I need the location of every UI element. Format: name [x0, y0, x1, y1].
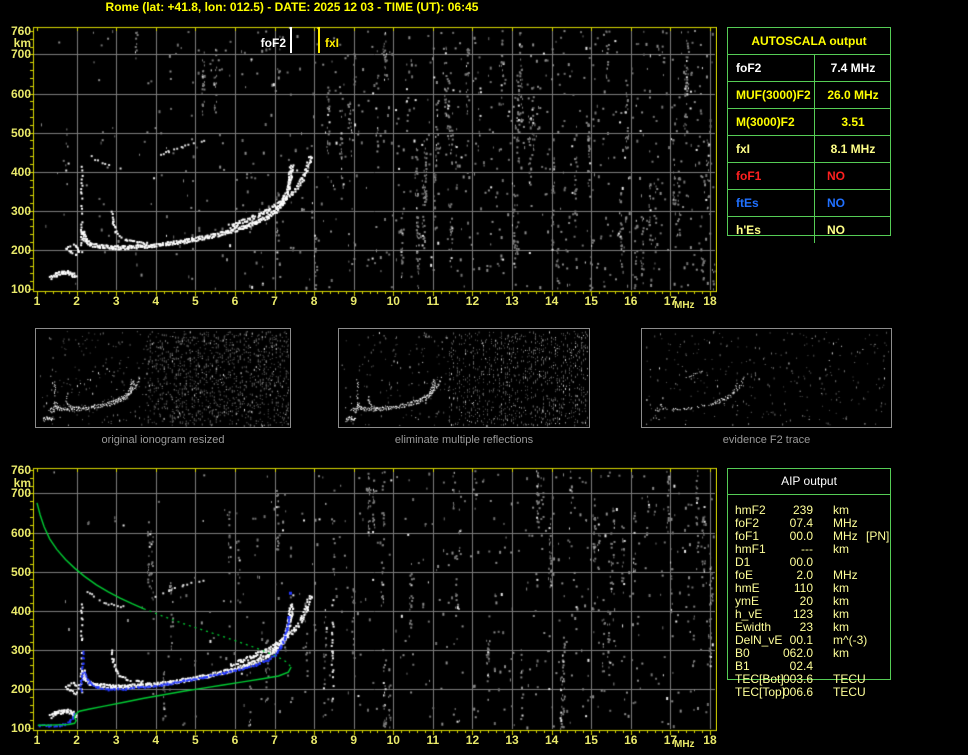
thumbnail-caption-2: eliminate multiple reflections — [394, 434, 534, 446]
autoscala-row-M(3000)F2: M(3000)F2 3.51 — [728, 108, 890, 135]
autoscala-param-value: NO — [814, 217, 891, 243]
top-y-tick-600: 600 — [10, 86, 31, 101]
top-x-tick-15: 15 — [584, 294, 598, 308]
aip-output-table: AIP output hmF2 239 km foF2 07.4 MHz foF1 00.0 M… — [727, 468, 891, 699]
bottom-plot-x-unit: MHz — [674, 739, 695, 750]
bottom-y-tick-400: 400 — [10, 603, 31, 618]
bottom-x-tick-10: 10 — [386, 733, 400, 747]
top-x-tick-12: 12 — [465, 294, 480, 308]
autoscala-row-ftEs: ftEs NO — [728, 189, 890, 216]
autoscala-param-label: foF1 — [736, 169, 762, 183]
autoscala-param-label: foF2 — [736, 61, 762, 75]
top-x-tick-1: 1 — [33, 294, 41, 308]
bottom-x-tick-18: 18 — [703, 733, 717, 747]
bottom-x-tick-8: 8 — [310, 733, 318, 747]
aip-table-header: AIP output — [781, 474, 837, 488]
bottom-x-tick-15: 15 — [584, 733, 598, 747]
top-x-tick-4: 4 — [152, 294, 160, 308]
bottom-x-tick-11: 11 — [426, 733, 440, 747]
bottom-x-tick-16: 16 — [624, 733, 638, 747]
autoscala-window: Rome (lat: +41.8, lon: 012.5) - DATE: 20… — [0, 0, 968, 755]
autoscala-param-value: NO — [814, 163, 891, 189]
autoscala-row-foF1: foF1 NO — [728, 162, 890, 189]
bottom-y-tick-200: 200 — [10, 681, 31, 696]
top-y-tick-500: 500 — [10, 125, 31, 140]
thumbnail-caption-1: original ionogram resized — [101, 434, 225, 446]
top-x-tick-6: 6 — [231, 294, 239, 308]
top-x-tick-13: 13 — [505, 294, 519, 308]
top-x-tick-8: 8 — [310, 294, 318, 308]
bottom-x-tick-3: 3 — [112, 733, 120, 747]
top-plot-x-unit: MHz — [674, 300, 695, 311]
aip-row-TEC[Top]: TEC[Top] 006.6 TECU — [728, 686, 890, 699]
window-title: Rome (lat: +41.8, lon: 012.5) - DATE: 20… — [105, 0, 479, 14]
autoscala-param-label: ftEs — [736, 196, 759, 210]
autoscala-param-label: MUF(3000)F2 — [736, 88, 811, 102]
top-plot-y-unit: km — [13, 36, 31, 50]
top-x-tick-2: 2 — [73, 294, 80, 308]
aip-unit: km — [833, 542, 849, 556]
bottom-ionogram-canvas — [27, 466, 717, 738]
top-x-tick-7: 7 — [271, 294, 278, 308]
top-x-tick-18: 18 — [703, 294, 717, 308]
top-ionogram-canvas — [27, 26, 717, 298]
foF2-marker-line — [290, 27, 292, 53]
thumbnail-original-ionogram — [35, 328, 291, 428]
autoscala-table-header: AUTOSCALA output — [751, 34, 867, 48]
bottom-plot-y-unit: km — [13, 476, 31, 490]
aip-val: 006.6 — [782, 685, 813, 699]
autoscala-param-value: 3.51 — [814, 109, 891, 135]
top-y-tick-700: 700 — [10, 47, 31, 62]
autoscala-param-value: 8.1 MHz — [814, 136, 891, 162]
autoscala-row-h'Es: h'Es NO — [728, 216, 890, 243]
top-y-tick-400: 400 — [10, 164, 31, 179]
autoscala-row-MUF(3000)F2: MUF(3000)F2 26.0 MHz — [728, 81, 890, 108]
autoscala-table-rows: foF2 7.4 MHz MUF(3000)F2 26.0 MHz M(3000)F2 3… — [728, 54, 890, 243]
bottom-x-tick-2: 2 — [73, 733, 80, 747]
bottom-x-tick-1: 1 — [33, 733, 41, 747]
bottom-y-tick-300: 300 — [10, 642, 31, 657]
autoscala-row-foF2: foF2 7.4 MHz — [728, 54, 890, 81]
bottom-x-tick-6: 6 — [231, 733, 239, 747]
top-x-tick-14: 14 — [544, 294, 559, 308]
bottom-x-tick-7: 7 — [271, 733, 278, 747]
bottom-x-tick-4: 4 — [152, 733, 160, 747]
autoscala-param-label: fxI — [736, 142, 751, 156]
top-y-tick-200: 200 — [10, 242, 31, 257]
bottom-x-tick-5: 5 — [192, 733, 199, 747]
top-y-tick-300: 300 — [10, 203, 31, 218]
autoscala-param-value: 26.0 MHz — [814, 82, 891, 108]
thumbnail-caption-3: evidence F2 trace — [722, 434, 811, 446]
top-x-tick-9: 9 — [350, 294, 358, 308]
autoscala-param-label: M(3000)F2 — [736, 115, 795, 129]
thumbnail-evidence-f2-trace — [641, 328, 892, 428]
aip-unit: km — [833, 646, 849, 660]
autoscala-param-label: h'Es — [736, 223, 761, 237]
autoscala-row-fxI: fxI 8.1 MHz — [728, 135, 890, 162]
thumbnail-multiple-reflections-removed — [338, 328, 590, 428]
top-x-tick-5: 5 — [192, 294, 199, 308]
bottom-x-tick-12: 12 — [465, 733, 480, 747]
top-x-tick-3: 3 — [112, 294, 120, 308]
fxI-marker-line — [318, 27, 320, 53]
top-x-tick-16: 16 — [624, 294, 638, 308]
autoscala-param-value: NO — [814, 190, 891, 216]
fxI-marker-label: fxI — [325, 36, 340, 50]
bottom-y-tick-600: 600 — [10, 525, 31, 540]
bottom-x-tick-14: 14 — [544, 733, 559, 747]
top-x-tick-10: 10 — [386, 294, 400, 308]
aip-unit: TECU — [833, 685, 866, 699]
bottom-x-tick-13: 13 — [505, 733, 519, 747]
bottom-y-tick-500: 500 — [10, 564, 31, 579]
aip-extra: [PN] — [866, 529, 890, 543]
top-x-tick-11: 11 — [426, 294, 440, 308]
autoscala-param-value: 7.4 MHz — [814, 55, 891, 81]
foF2-marker-label: foF2 — [260, 36, 286, 50]
autoscala-output-table: AUTOSCALA output foF2 7.4 MHz MUF(3000)F2 2… — [727, 27, 891, 243]
bottom-x-tick-9: 9 — [350, 733, 358, 747]
aip-header-divider — [728, 494, 890, 495]
